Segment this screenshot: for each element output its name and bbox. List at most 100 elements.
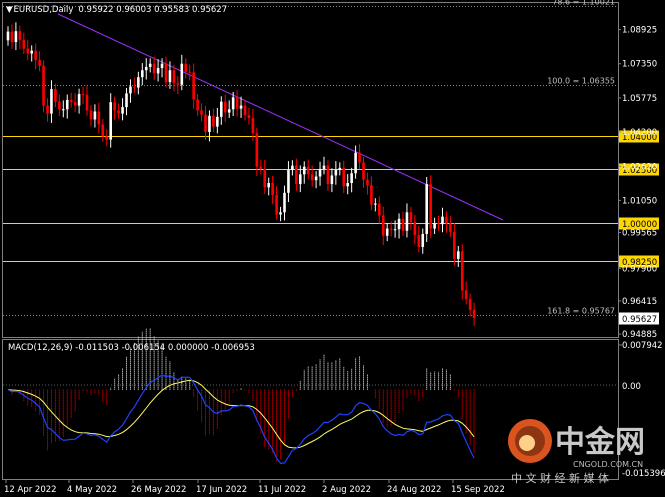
candle-body [235, 97, 239, 109]
candle-body [472, 309, 476, 318]
candle-body [362, 162, 365, 180]
candle-body [137, 77, 140, 88]
candle-body [89, 110, 93, 120]
candle-body [97, 111, 101, 125]
candle-body [389, 228, 393, 230]
fibo-label: 100.0 = 1.06355 [547, 77, 615, 86]
candle-body [453, 231, 456, 259]
candle-body [429, 184, 432, 229]
symbol-label: EURUSD,Daily [14, 5, 74, 15]
candle-body [168, 70, 172, 83]
dropdown-arrow-icon[interactable]: ▼ [6, 5, 13, 15]
candle-body [113, 102, 116, 111]
candle-body [457, 251, 460, 259]
candle-body [338, 167, 342, 170]
candle-body [192, 72, 195, 100]
time-axis: 12 Apr 2022 4 May 2022 26 May 2022 17 Jun 2… [4, 479, 505, 495]
candle-body [93, 111, 97, 120]
time-tick-label: 26 May 2022 [131, 485, 186, 495]
macd-title: MACD(12,26,9) -0.011503 -0.006154 0.0000… [8, 343, 255, 353]
candle-body [196, 99, 199, 111]
time-tick-label: 24 Aug 2022 [387, 485, 441, 495]
candle-body [73, 102, 77, 106]
candle-body [65, 99, 69, 110]
candle-body [433, 223, 436, 229]
candle-body [413, 222, 417, 236]
candle-body [133, 86, 136, 88]
candles [6, 22, 476, 326]
horizontal-levels: 1.040001.025001.000000.982500.95627 [3, 130, 659, 325]
candle-body [378, 203, 381, 216]
candle-body [172, 70, 176, 84]
candle-body [259, 166, 263, 169]
candle-body [342, 167, 346, 187]
candle-body [326, 165, 330, 185]
time-tick-label: 11 Jul 2022 [258, 485, 306, 495]
candle-body [200, 110, 203, 115]
candle-body [334, 170, 338, 176]
candle-body [354, 152, 357, 174]
candle-body [184, 63, 188, 72]
candle-body [468, 299, 472, 310]
candle-body [26, 48, 30, 54]
price-tick-label: 1.02620 [622, 162, 657, 172]
watermark-logo-text: 中金网 [555, 425, 645, 460]
candle-body [358, 152, 361, 163]
price-axis: 1.08925 1.07350 1.05775 1.04200 1.02620 1.010… [618, 26, 657, 340]
candle-body [283, 192, 286, 213]
candle-body [117, 110, 120, 114]
candle-body [212, 115, 215, 127]
watermark-url: CNGOLD.COM.CN [573, 460, 643, 469]
candle-body [397, 218, 401, 230]
candle-body [299, 174, 302, 185]
candle-body [121, 107, 124, 114]
candle-body [401, 218, 405, 231]
current-price-label: 0.95627 [622, 315, 657, 325]
candle-body [366, 179, 369, 186]
candle-body [69, 99, 73, 103]
price-tick-label: 1.04200 [622, 128, 657, 138]
fibo-levels: 78.6 = 1.10021 100.0 = 1.06355 161.8 = 0.9… [3, 0, 618, 316]
candle-body [314, 176, 318, 181]
candle-body [295, 165, 298, 185]
candle-body [322, 165, 326, 169]
candle-body [156, 68, 160, 74]
candle-body [42, 65, 45, 106]
candle-body [445, 216, 448, 224]
candle-body [275, 194, 278, 215]
price-tick-label: 0.94885 [622, 330, 657, 340]
candle-body [302, 166, 306, 175]
candle-body [251, 117, 255, 134]
price-tick-label: 0.97900 [622, 265, 657, 275]
macd-axis-zero: 0.00 [622, 382, 641, 392]
trendline[interactable] [57, 13, 504, 221]
candle-body [141, 70, 144, 78]
candle-body [34, 50, 37, 61]
candle-body [223, 101, 227, 113]
price-tick-label: 1.08925 [622, 26, 657, 36]
candle-body [464, 290, 468, 300]
candle-body [441, 216, 444, 225]
candle-body [425, 184, 428, 234]
ohlc-values: 0.95922 0.96003 0.95583 0.95627 [78, 5, 227, 15]
candle-body [109, 102, 112, 140]
candle-body [208, 115, 211, 133]
price-tick-label: 0.96415 [622, 297, 657, 307]
macd-main-line [7, 374, 475, 465]
fibo-label: 78.6 = 1.10021 [552, 0, 615, 7]
candle-body [46, 105, 49, 114]
candle-body [279, 212, 282, 215]
time-tick-label: 12 Apr 2022 [4, 485, 57, 495]
candle-body [287, 170, 290, 193]
candle-body [101, 124, 105, 137]
candle-body [421, 233, 425, 247]
candle-body [255, 133, 259, 167]
candle-body [105, 136, 109, 140]
candle-body [247, 115, 251, 118]
candle-body [30, 50, 33, 54]
time-tick-label: 2 Aug 2022 [322, 485, 371, 495]
trading-chart[interactable]: 1.040001.025001.000000.982500.95627 78.6… [0, 0, 665, 497]
price-tick-label: 1.05775 [622, 94, 657, 104]
candle-body [50, 89, 53, 114]
candle-body [243, 105, 247, 116]
